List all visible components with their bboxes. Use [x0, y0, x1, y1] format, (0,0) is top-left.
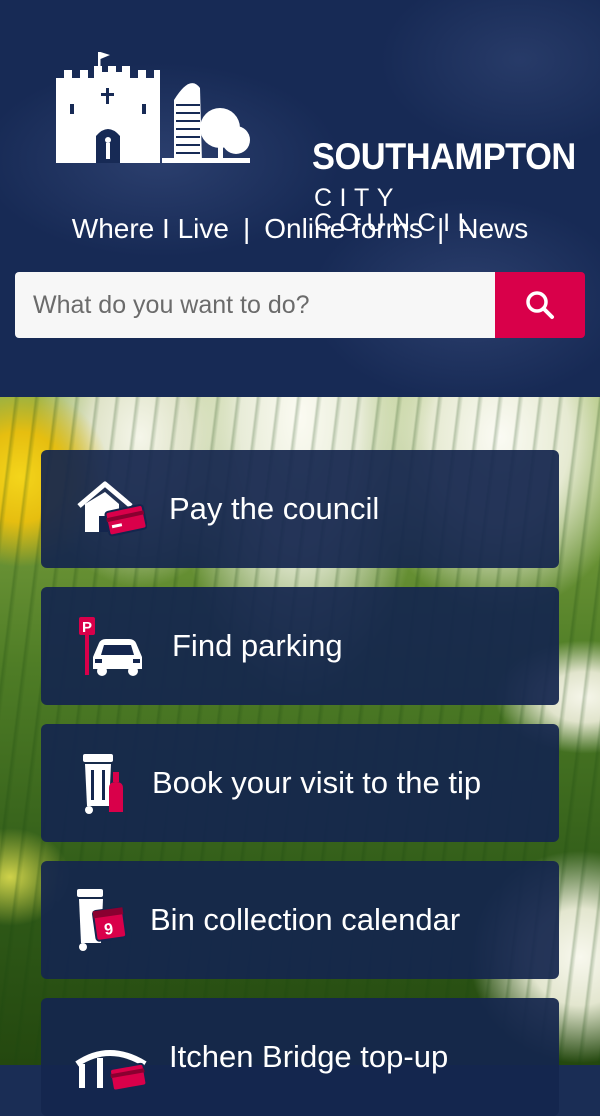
task-card-find-parking[interactable]: P Find parking	[41, 587, 559, 705]
task-card-bin-collection-calendar[interactable]: 9 Bin collection calendar	[41, 861, 559, 979]
task-label: Itchen Bridge top-up	[169, 1039, 449, 1074]
castle-logo-icon	[56, 52, 250, 163]
task-card-pay-the-council[interactable]: Pay the council	[41, 450, 559, 568]
task-label: Find parking	[172, 628, 343, 663]
task-card-itchen-bridge-top-up[interactable]: Itchen Bridge top-up	[41, 998, 559, 1116]
task-card-book-tip-visit[interactable]: Book your visit to the tip	[41, 724, 559, 842]
nav-separator: |	[436, 213, 445, 244]
svg-text:P: P	[82, 619, 92, 636]
task-label: Book your visit to the tip	[152, 765, 482, 800]
house-with-card-icon	[77, 481, 147, 537]
nav-separator: |	[242, 213, 251, 244]
top-navigation: Where I Live | Online forms | News	[0, 210, 600, 248]
parking-car-icon: P	[79, 617, 142, 676]
search-icon	[526, 291, 554, 319]
task-label: Bin collection calendar	[150, 902, 461, 937]
task-label: Pay the council	[169, 491, 380, 526]
nav-link-where-i-live[interactable]: Where I Live	[72, 213, 229, 244]
search-button[interactable]	[495, 272, 585, 338]
bin-and-bottle-icon	[83, 754, 123, 814]
nav-link-news[interactable]: News	[458, 213, 528, 244]
bridge-card-icon	[75, 1050, 147, 1090]
search-input[interactable]	[15, 272, 495, 338]
council-logo[interactable]: SOUTHAMPTON CITY COUNCIL	[50, 48, 576, 236]
nav-link-online-forms[interactable]: Online forms	[264, 213, 423, 244]
site-header: SOUTHAMPTON CITY COUNCIL Where I Live | On…	[0, 0, 600, 397]
bin-calendar-icon: 9	[77, 889, 128, 951]
logo-title: SOUTHAMPTON	[312, 136, 576, 177]
search-bar	[15, 272, 585, 338]
